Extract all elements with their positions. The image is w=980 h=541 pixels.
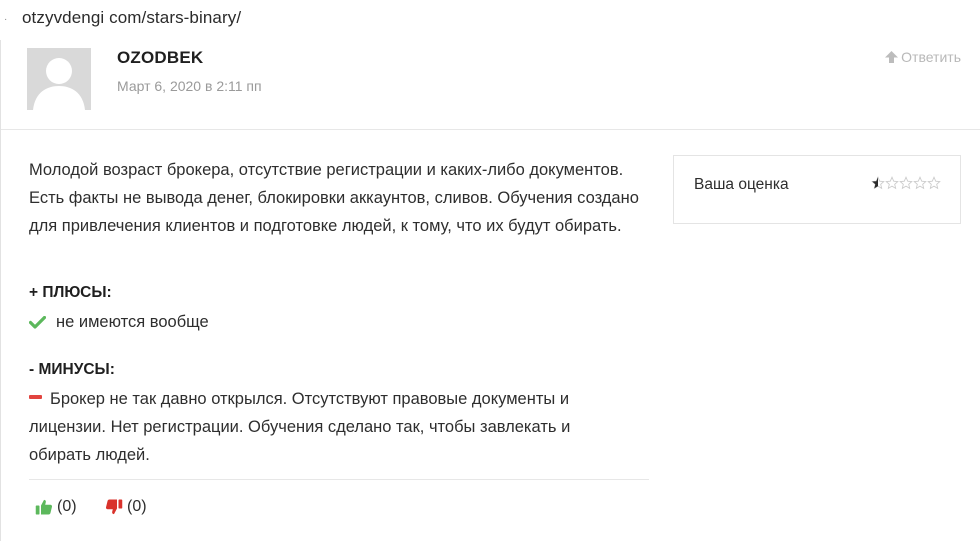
star-icon[interactable]: [899, 176, 913, 190]
vote-down-button[interactable]: (0): [105, 498, 147, 516]
comment-header: OZODBEK Март 6, 2020 в 2:11 пп Ответить: [1, 40, 980, 130]
comment-date[interactable]: Март 6, 2020 в 2:11 пп: [117, 78, 262, 94]
arrow-up-icon: [885, 51, 899, 63]
comment-author[interactable]: OZODBEK: [117, 48, 203, 68]
pros-text: не имеются вообще: [56, 313, 209, 331]
star-icon[interactable]: [913, 176, 927, 190]
check-icon: [29, 308, 47, 336]
reply-button[interactable]: Ответить: [885, 49, 961, 65]
cons-item: Брокер не так давно открылся. Отсутствую…: [29, 385, 629, 469]
cons-text: Брокер не так давно открылся. Отсутствую…: [29, 390, 571, 464]
star-icon[interactable]: [885, 176, 899, 190]
minus-icon: [29, 394, 42, 399]
url-bar: · otzyvdengi com/stars-binary/: [0, 0, 980, 40]
vote-down-count: (0): [127, 498, 147, 515]
star-icon[interactable]: [927, 176, 941, 190]
rating-box: Ваша оценка: [673, 155, 961, 224]
thumbs-up-icon: [35, 499, 53, 515]
pros-title: + ПЛЮСЫ:: [29, 284, 112, 301]
comment-text: Молодой возраст брокера, отсутствие реги…: [29, 161, 639, 235]
comment: OZODBEK Март 6, 2020 в 2:11 пп Ответить …: [0, 40, 980, 541]
pros-item: не имеются вообще: [29, 308, 209, 336]
rating-stars[interactable]: [871, 176, 941, 190]
divider: [29, 479, 649, 480]
reply-label: Ответить: [901, 49, 961, 65]
avatar: [27, 48, 91, 110]
star-icon[interactable]: [871, 176, 885, 190]
page-url[interactable]: otzyvdengi com/stars-binary/: [22, 8, 241, 28]
thumbs-down-icon: [105, 499, 123, 515]
user-silhouette-icon: [27, 48, 91, 110]
vote-up-count: (0): [57, 498, 77, 515]
bullet-icon: ·: [4, 14, 8, 25]
vote-up-button[interactable]: (0): [35, 498, 77, 516]
rating-label: Ваша оценка: [694, 176, 789, 193]
cons-title: - МИНУСЫ:: [29, 361, 115, 378]
